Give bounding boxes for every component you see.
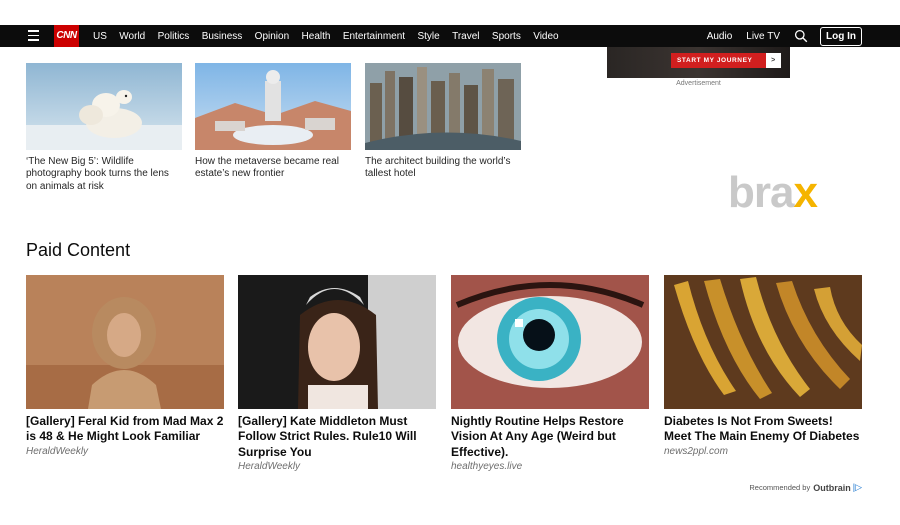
- paid-content-heading: Paid Content: [26, 240, 131, 260]
- ad-cta-arrow-icon: >: [766, 53, 781, 68]
- brax-watermark: brax: [728, 168, 818, 218]
- nav-right: Audio Live TV Log In: [707, 25, 862, 47]
- outbrain-logo: Outbrain: [813, 482, 851, 493]
- story-caption[interactable]: How the metaverse became real estate’s n…: [195, 156, 351, 181]
- paid-item-source: healthyeyes.live: [451, 460, 523, 472]
- paid-image-bananas[interactable]: [664, 275, 862, 409]
- nav-link-health[interactable]: Health: [302, 31, 331, 42]
- paid-item[interactable]: Diabetes Is Not From Sweets! Meet The Ma…: [664, 275, 862, 457]
- nav-link-travel[interactable]: Travel: [452, 31, 479, 42]
- paid-item-source: news2ppl.com: [664, 445, 728, 457]
- paid-item-title[interactable]: [Gallery] Kate Middleton Must Follow Str…: [238, 414, 436, 460]
- paid-item-title[interactable]: [Gallery] Feral Kid from Mad Max 2 is 48…: [26, 414, 224, 445]
- paid-item[interactable]: [Gallery] Feral Kid from Mad Max 2 is 48…: [26, 275, 224, 457]
- nav-link-live-tv[interactable]: Live TV: [746, 31, 780, 42]
- cnn-logo[interactable]: CNN: [54, 25, 79, 47]
- story-card[interactable]: How the metaverse became real estate’s n…: [195, 63, 351, 181]
- paid-item-title[interactable]: Diabetes Is Not From Sweets! Meet The Ma…: [664, 414, 862, 445]
- paid-item[interactable]: Nightly Routine Helps Restore Vision At …: [451, 275, 649, 472]
- nav-link-entertainment[interactable]: Entertainment: [343, 31, 405, 42]
- ad-cta-button[interactable]: START MY JOURNEY >: [671, 53, 781, 68]
- advertisement-label: Advertisement: [676, 80, 721, 87]
- nav-link-world[interactable]: World: [119, 31, 145, 42]
- top-strip: [0, 0, 900, 25]
- paid-item-title[interactable]: Nightly Routine Helps Restore Vision At …: [451, 414, 649, 460]
- ad-cta-label: START MY JOURNEY: [677, 57, 753, 64]
- nav-link-audio[interactable]: Audio: [707, 31, 733, 42]
- recommended-by-label: Recommended by: [749, 483, 811, 492]
- outbrain-credit[interactable]: Recommended by Outbrain |▷: [749, 482, 862, 493]
- story-image-polar-bear[interactable]: [26, 63, 182, 150]
- brax-main: bra: [728, 168, 794, 217]
- nav-link-video[interactable]: Video: [533, 31, 558, 42]
- outbrain-info-icon[interactable]: |▷: [853, 482, 862, 493]
- login-button[interactable]: Log In: [820, 26, 862, 46]
- story-caption[interactable]: ‘The New Big 5’: Wildlife photography bo…: [26, 156, 182, 193]
- nav-link-us[interactable]: US: [93, 31, 107, 42]
- nav-link-sports[interactable]: Sports: [492, 31, 521, 42]
- story-card[interactable]: ‘The New Big 5’: Wildlife photography bo…: [26, 63, 182, 193]
- paid-item[interactable]: [Gallery] Kate Middleton Must Follow Str…: [238, 275, 436, 472]
- nav-link-opinion[interactable]: Opinion: [255, 31, 289, 42]
- paid-image-kate-middleton[interactable]: [238, 275, 436, 409]
- nav-links: US World Politics Business Opinion Healt…: [93, 25, 571, 47]
- story-card[interactable]: The architect building the world’s talle…: [365, 63, 521, 181]
- advertisement-banner[interactable]: START MY JOURNEY >: [607, 47, 790, 78]
- nav-link-business[interactable]: Business: [202, 31, 243, 42]
- brax-accent: x: [793, 168, 818, 217]
- paid-image-feral-kid[interactable]: [26, 275, 224, 409]
- nav-link-politics[interactable]: Politics: [158, 31, 190, 42]
- search-icon[interactable]: [794, 29, 808, 43]
- paid-image-eye[interactable]: [451, 275, 649, 409]
- paid-item-source: HeraldWeekly: [26, 445, 89, 457]
- story-caption[interactable]: The architect building the world’s talle…: [365, 156, 521, 181]
- story-image-metaverse[interactable]: [195, 63, 351, 150]
- menu-icon[interactable]: [28, 30, 39, 41]
- story-image-skyline[interactable]: [365, 63, 521, 150]
- nav-link-style[interactable]: Style: [417, 31, 439, 42]
- paid-item-source: HeraldWeekly: [238, 460, 301, 472]
- main-nav: CNN US World Politics Business Opinion H…: [0, 25, 900, 47]
